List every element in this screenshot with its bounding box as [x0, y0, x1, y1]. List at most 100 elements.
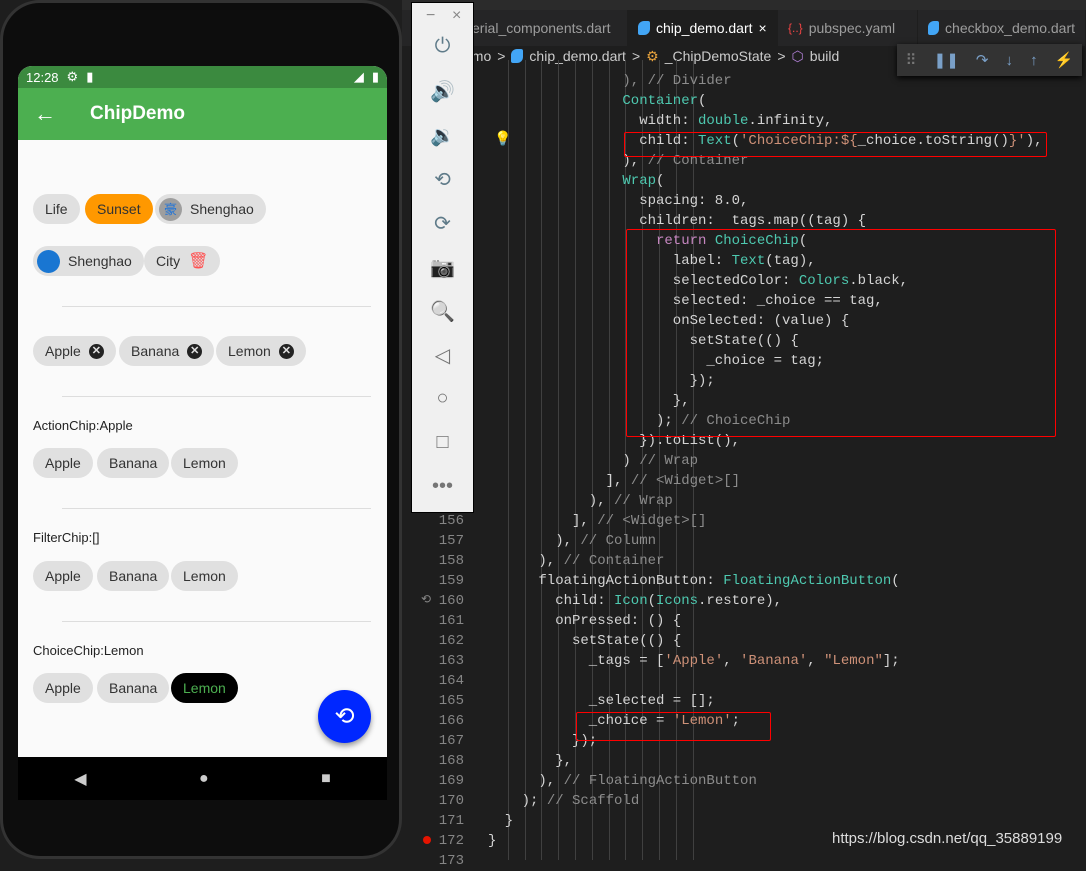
nav-recents-icon[interactable]: ■ [321, 770, 331, 788]
rotate-right-icon[interactable]: ⟳ [412, 211, 473, 236]
chip-shenghao-blue[interactable]: Shenghao [33, 246, 144, 276]
android-nav-bar: ◀ ● ■ [18, 757, 387, 800]
overview-icon[interactable]: □ [412, 431, 473, 454]
line-number: 156 [438, 513, 464, 529]
cancel-icon[interactable]: ✕ [187, 343, 203, 359]
cancel-icon[interactable]: ✕ [88, 343, 104, 359]
home-icon[interactable]: ○ [412, 387, 473, 410]
lightbulb-icon[interactable]: 💡 [494, 130, 511, 147]
chip-banana-deletable[interactable]: Banana ✕ [119, 336, 215, 366]
code-token: ( [647, 593, 657, 609]
code-token: ); [521, 793, 547, 809]
code-line: ), // Divider [622, 71, 731, 91]
code-token: ( [656, 173, 665, 189]
code-line: ], // <Widget>[] [572, 511, 706, 531]
chip-life[interactable]: Life [33, 194, 80, 224]
chip-shenghao-avatar[interactable]: 豪 Shenghao [155, 194, 266, 224]
code-line: _selected = []; [589, 691, 715, 711]
code-token: children: tags.map((tag) { [639, 213, 867, 229]
code-token: , [807, 653, 825, 669]
app-bar: ← ChipDemo [18, 88, 387, 140]
breakpoint-icon[interactable] [423, 836, 431, 844]
code-token: ) [622, 453, 640, 469]
app-title: ChipDemo [90, 103, 185, 124]
code-token: Container [622, 93, 699, 109]
code-token: _selected = []; [588, 693, 715, 709]
chip-label: City [156, 253, 181, 269]
indent-guide [541, 60, 543, 860]
indent-guide [524, 60, 526, 860]
emulator-panel: − × ⏻ 🔊 🔉 ⟲ ⟳ 📷 🔍 ◁ ○ □ ••• [411, 2, 474, 513]
code-token: // Wrap [639, 453, 699, 469]
line-number: 163 [438, 653, 464, 669]
code-token: // Container [563, 553, 665, 569]
code-token: spacing: 8.0, [639, 193, 749, 209]
chip-label: Lemon [228, 343, 271, 359]
filter-chip-apple[interactable]: Apple [33, 561, 93, 591]
line-number: 170 [438, 793, 464, 809]
hot-reload-icon[interactable]: ⚡ [1055, 51, 1074, 69]
more-icon[interactable]: ••• [412, 475, 473, 498]
rotate-left-icon[interactable]: ⟲ [412, 167, 473, 192]
camera-icon[interactable]: 📷 [412, 255, 473, 280]
code-token: // Column [580, 533, 657, 549]
code-token: floatingActionButton: [538, 573, 724, 589]
minimize-button[interactable]: − [426, 7, 435, 25]
code-token: setState(() { [572, 633, 682, 649]
line-number: 171 [438, 813, 464, 829]
filter-chip-banana[interactable]: Banana [97, 561, 170, 591]
choice-chip-apple[interactable]: Apple [33, 673, 93, 703]
line-number: 166 [438, 713, 464, 729]
code-token: ), [588, 493, 615, 509]
pause-icon[interactable]: ❚❚ [934, 51, 959, 69]
line-number: 172 [438, 833, 464, 849]
battery-icon: ▮ [371, 69, 379, 84]
volume-up-icon[interactable]: 🔊 [412, 79, 473, 104]
code-token: ( [891, 573, 900, 589]
back-arrow-icon[interactable]: ← [34, 101, 56, 127]
nav-back-icon[interactable]: ◀ [74, 769, 86, 789]
chip-sunset[interactable]: Sunset [85, 194, 153, 224]
code-token: ]; [882, 653, 900, 669]
chip-city[interactable]: City 🗑 [144, 246, 221, 276]
code-line: onPressed: () { [555, 611, 681, 631]
sd-card-icon: ▮ [86, 69, 94, 84]
line-number: 160 [438, 593, 464, 609]
action-chip-lemon[interactable]: Lemon [171, 448, 238, 478]
code-token: // Scaffold [546, 793, 640, 809]
step-into-icon[interactable]: ↓ [1006, 52, 1014, 69]
code-line: _tags = ['Apple', 'Banana', "Lemon"]; [589, 651, 900, 671]
delete-icon[interactable]: 🗑 [188, 251, 208, 271]
action-chip-banana[interactable]: Banana [97, 448, 170, 478]
history-icon: ⟲ [421, 592, 432, 606]
choice-chip-lemon-selected[interactable]: Lemon [171, 673, 238, 703]
action-chip-apple[interactable]: Apple [33, 448, 93, 478]
nav-home-icon[interactable]: ● [199, 770, 209, 788]
code-token: } [488, 833, 497, 849]
grip-icon[interactable]: ⠿ [906, 51, 917, 69]
step-out-icon[interactable]: ↑ [1030, 52, 1038, 69]
code-token: ], [572, 513, 598, 529]
power-icon[interactable]: ⏻ [412, 35, 473, 58]
divider [62, 621, 371, 622]
step-over-icon[interactable]: ↷ [976, 51, 989, 69]
zoom-icon[interactable]: 🔍 [412, 299, 473, 324]
close-button[interactable]: × [452, 7, 461, 25]
code-token: 'Apple' [664, 653, 724, 669]
code-token: // FloatingActionButton [563, 773, 757, 789]
code-token: child: [555, 593, 614, 609]
volume-down-icon[interactable]: 🔉 [412, 123, 473, 148]
back-icon[interactable]: ◁ [412, 343, 473, 368]
code-token: Icon [614, 593, 648, 609]
line-number: 159 [438, 573, 464, 589]
chip-apple-deletable[interactable]: Apple ✕ [33, 336, 116, 366]
cancel-icon[interactable]: ✕ [278, 343, 294, 359]
watermark: https://blog.csdn.net/qq_35889199 [832, 830, 1063, 847]
code-line: setState(() { [572, 631, 681, 651]
code-token: }, [555, 753, 572, 769]
choice-chip-banana[interactable]: Banana [97, 673, 170, 703]
filter-chip-lemon[interactable]: Lemon [171, 561, 238, 591]
code-token: } [504, 813, 514, 829]
restore-fab[interactable]: ⟲ [318, 690, 371, 743]
chip-lemon-deletable[interactable]: Lemon ✕ [216, 336, 306, 366]
